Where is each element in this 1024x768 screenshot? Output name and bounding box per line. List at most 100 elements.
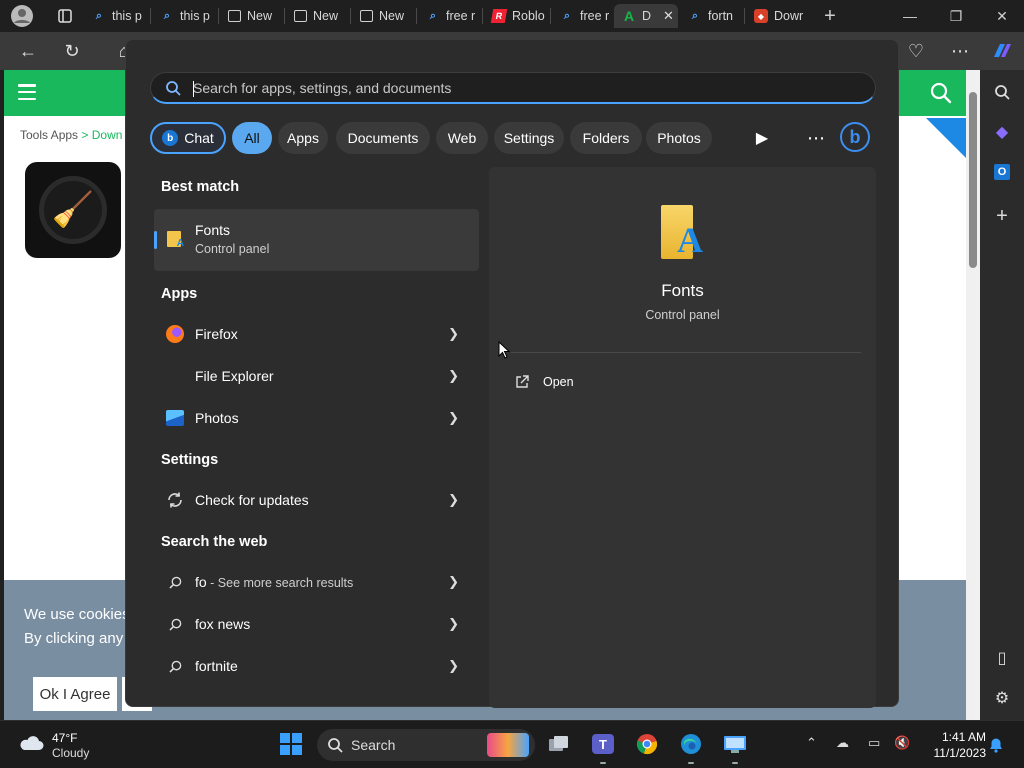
result-web-fo[interactable]: fo - See more search results ❯: [154, 563, 479, 601]
result-web-fox-news[interactable]: fox news ❯: [154, 605, 479, 643]
start-button[interactable]: [278, 731, 304, 757]
cookie-agree-button[interactable]: Ok I Agree: [33, 677, 117, 711]
windows-search-panel: b Chat All Apps Documents Web Settings Fo…: [125, 39, 899, 708]
search-input[interactable]: [193, 76, 853, 100]
restore-button[interactable]: ❐: [942, 4, 970, 28]
result-firefox[interactable]: Firefox ❯: [154, 315, 479, 353]
onedrive-offline-icon: ☁: [836, 735, 849, 750]
show-hidden-icons-button[interactable]: ⌃: [806, 735, 817, 751]
chevron-right-icon[interactable]: ❯: [448, 326, 459, 342]
filter-apps[interactable]: Apps: [278, 122, 328, 154]
filter-chat[interactable]: b Chat: [150, 122, 226, 154]
copilot-icon: [994, 44, 1011, 57]
menu-icon[interactable]: [18, 84, 36, 100]
tab-3[interactable]: New: [220, 4, 282, 28]
browser-essentials-button[interactable]: ♡: [904, 40, 928, 62]
tab-11[interactable]: ◆ Dowr: [746, 4, 810, 28]
search-box[interactable]: [150, 72, 876, 104]
taskbar-clock[interactable]: 1:41 AM 11/1/2023: [920, 729, 987, 761]
weather-widget[interactable]: 47°F Cloudy: [18, 729, 108, 761]
tab-divider: [744, 8, 745, 24]
bing-chat-button[interactable]: b: [840, 122, 870, 152]
filter-folders[interactable]: Folders: [570, 122, 642, 154]
chevron-right-icon[interactable]: ❯: [448, 616, 459, 632]
result-web-fortnite[interactable]: fortnite ❯: [154, 647, 479, 685]
breadcrumb-current[interactable]: Down: [92, 128, 123, 142]
volume-button[interactable]: 🔇: [894, 735, 910, 751]
task-view-button[interactable]: [546, 731, 572, 757]
refresh-button[interactable]: ↻: [60, 40, 84, 62]
more-options-button[interactable]: ⋯: [804, 122, 828, 154]
tab-4[interactable]: New: [286, 4, 348, 28]
notification-bell-icon[interactable]: [988, 737, 1004, 753]
onedrive-button[interactable]: ☁: [836, 735, 849, 751]
profile-avatar[interactable]: [8, 4, 36, 28]
tab-6[interactable]: ⌕ free r: [418, 4, 480, 28]
volume-muted-icon: 🔇: [894, 735, 911, 750]
page-icon: [228, 10, 241, 22]
sidebar-outlook-button[interactable]: O: [990, 160, 1014, 184]
page-scrollbar[interactable]: [966, 70, 980, 720]
result-label: fox news: [195, 616, 251, 632]
chrome-button[interactable]: [634, 731, 660, 757]
filter-documents[interactable]: Documents: [336, 122, 430, 154]
sidebar-settings-button[interactable]: ⚙: [990, 686, 1014, 710]
minimize-button[interactable]: —: [896, 4, 924, 28]
tab-7[interactable]: R Roblo: [484, 4, 548, 28]
result-check-for-updates[interactable]: Check for updates ❯: [154, 481, 479, 519]
copilot-button[interactable]: [990, 40, 1014, 62]
breadcrumb-home[interactable]: Tools Apps: [20, 128, 78, 142]
back-button[interactable]: ←: [16, 40, 40, 62]
browser-tab-bar: ⌕ this p ⌕ this p New New New ⌕ free r R Rob…: [0, 0, 1024, 32]
best-match-result[interactable]: Fonts Control panel: [154, 209, 479, 271]
tab-5[interactable]: New: [352, 4, 414, 28]
result-photos[interactable]: Photos ❯: [154, 399, 479, 437]
preview-open-action[interactable]: Open: [515, 372, 574, 392]
sidebar-toggle-button[interactable]: ▯: [990, 646, 1014, 670]
tab-label: New: [247, 9, 273, 23]
chevron-right-icon[interactable]: ❯: [448, 492, 459, 508]
site-search-icon[interactable]: [930, 82, 952, 104]
filter-label: Chat: [184, 130, 214, 146]
filters-next-button[interactable]: ▶: [750, 122, 774, 154]
close-window-button[interactable]: ✕: [988, 4, 1016, 28]
control-panel-button[interactable]: [722, 731, 748, 757]
sidebar-shopping-button[interactable]: ◆: [990, 120, 1014, 144]
taskbar-search[interactable]: Search: [317, 729, 535, 761]
page-icon: [360, 10, 373, 22]
chevron-right-icon[interactable]: ❯: [448, 368, 459, 384]
filter-all[interactable]: All: [232, 122, 272, 154]
network-icon: ▭: [868, 735, 881, 750]
chevron-right-icon[interactable]: ❯: [448, 410, 459, 426]
new-tab-button[interactable]: +: [816, 4, 844, 28]
result-file-explorer[interactable]: File Explorer ❯: [154, 357, 479, 395]
tab-1[interactable]: ⌕ this p: [84, 4, 148, 28]
filter-photos[interactable]: Photos: [646, 122, 712, 154]
edge-button[interactable]: [678, 731, 704, 757]
verified-badge-icon: [926, 118, 966, 158]
filter-web[interactable]: Web: [436, 122, 488, 154]
sidebar-search-button[interactable]: [990, 80, 1014, 104]
tab-2[interactable]: ⌕ this p: [152, 4, 216, 28]
tab-actions-button[interactable]: [50, 4, 72, 28]
heartbeat-icon: ♡: [907, 40, 925, 61]
chevron-right-icon[interactable]: ❯: [448, 658, 459, 674]
result-label: Photos: [195, 410, 239, 426]
search-icon: ⌕: [429, 9, 437, 22]
settings-more-button[interactable]: ⋯: [948, 40, 972, 62]
scrollbar-thumb[interactable]: [969, 92, 977, 268]
back-arrow-icon: ←: [19, 40, 37, 61]
clock-date: 11/1/2023: [933, 746, 987, 760]
tab-9-active[interactable]: A D ✕: [614, 4, 678, 28]
minimize-icon: —: [903, 8, 917, 24]
chevron-right-icon[interactable]: ❯: [448, 574, 459, 590]
filter-settings[interactable]: Settings: [494, 122, 564, 154]
close-tab-icon[interactable]: ✕: [663, 8, 674, 24]
network-button[interactable]: ▭: [868, 735, 880, 751]
tab-10[interactable]: ⌕ fortn: [680, 4, 742, 28]
sidebar-add-button[interactable]: +: [990, 204, 1014, 228]
text-caret: [193, 81, 194, 97]
teams-button[interactable]: T: [590, 731, 616, 757]
search-icon: ⌕: [95, 9, 103, 22]
tab-8[interactable]: ⌕ free r: [552, 4, 614, 28]
